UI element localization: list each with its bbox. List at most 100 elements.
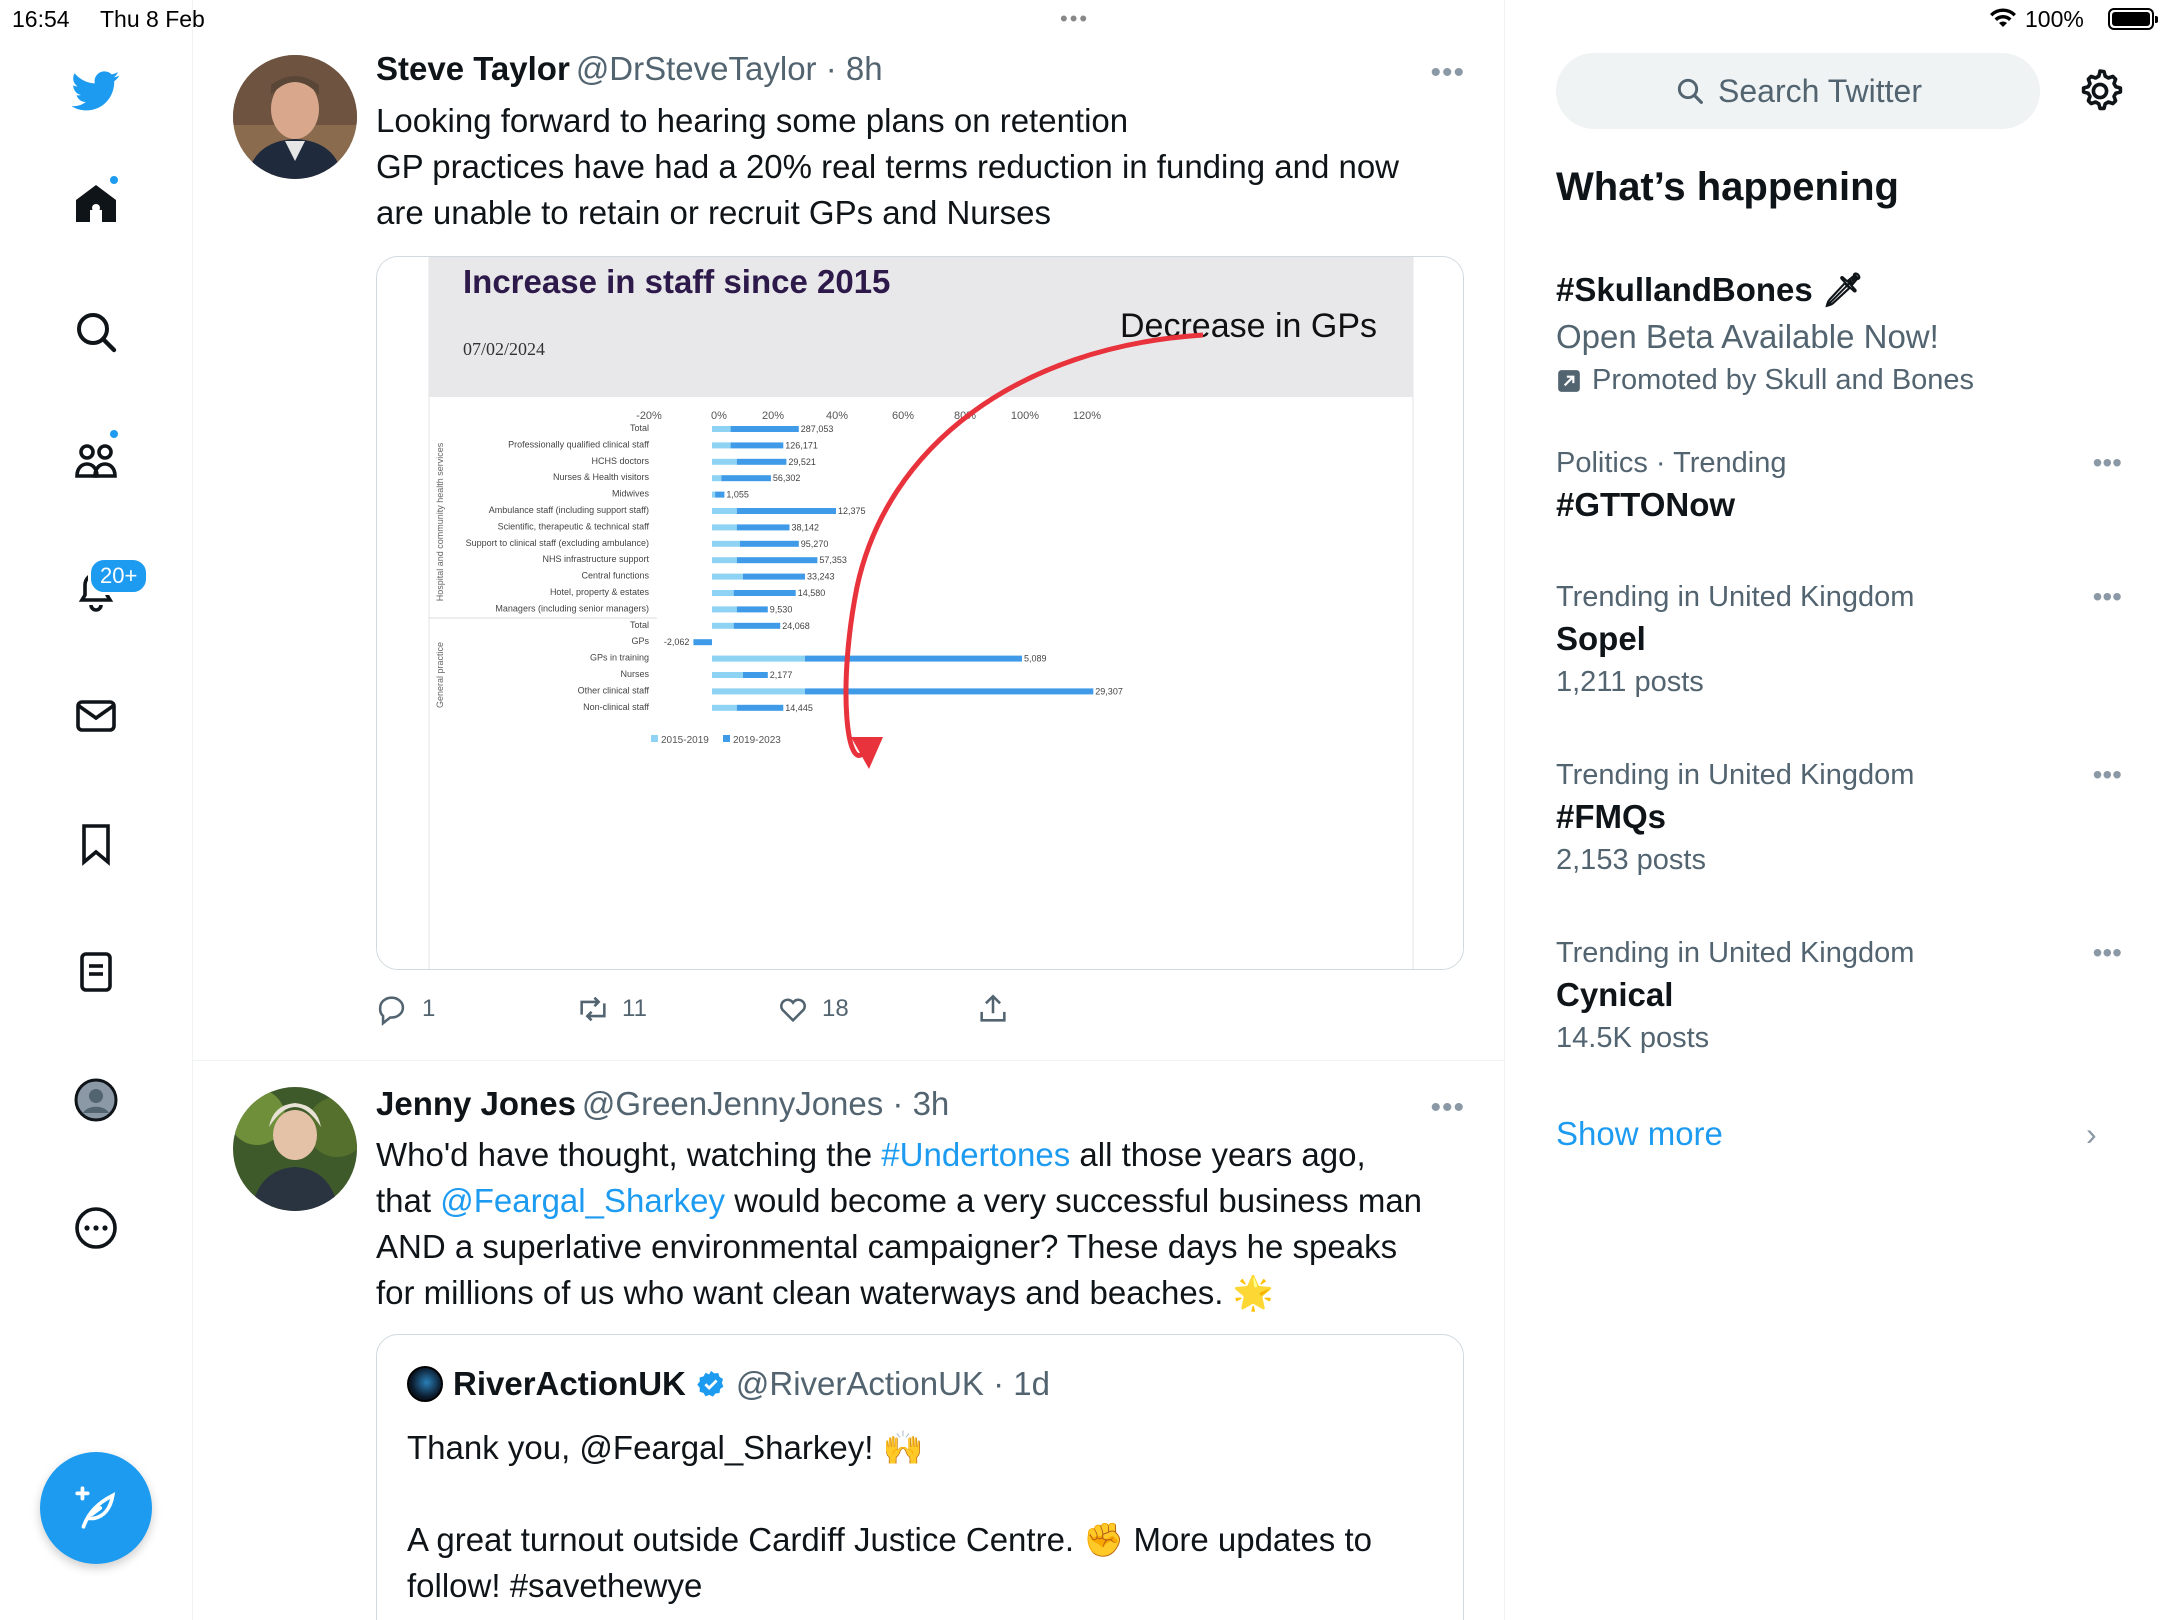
reply-button[interactable]: 1: [376, 992, 435, 1026]
trend-name: Sopel: [1556, 620, 1646, 657]
bar-2015-2019: [712, 704, 737, 711]
data-label: 38,142: [792, 522, 820, 532]
category-label: HCHS doctors: [591, 456, 649, 466]
text-span: would become a very successful business …: [725, 1182, 1423, 1219]
trend-more-button[interactable]: •••: [2093, 581, 2122, 613]
bar-2019-2023: [736, 704, 784, 711]
category-label: Total: [630, 423, 649, 433]
profile-avatar-icon[interactable]: [60, 1064, 132, 1136]
communities-unread-dot: [108, 428, 120, 440]
category-label: Scientific, therapeutic & technical staf…: [498, 521, 650, 531]
trend-item[interactable]: Trending in United Kingdom Sopel 1,211 p…: [1556, 581, 2122, 699]
x-tick-label: 0%: [711, 410, 727, 422]
like-button[interactable]: 18: [776, 992, 849, 1026]
share-button[interactable]: [976, 992, 1010, 1026]
category-label: Midwives: [612, 489, 650, 499]
bar-2015-2019: [712, 590, 734, 596]
tweet-text-line: for millions of us who want clean waterw…: [376, 1274, 1274, 1311]
show-more-link[interactable]: Show more: [1556, 1115, 1723, 1153]
trend-name: #GTTONow: [1556, 486, 1736, 523]
bar-2019-2023: [736, 524, 790, 531]
category-label: Support to clinical staff (excluding amb…: [466, 538, 649, 548]
data-label: 2,177: [770, 670, 793, 680]
quote-tweet[interactable]: RiverActionUK @RiverActionUK · 1d Thank …: [376, 1334, 1464, 1620]
communities-icon[interactable]: [60, 424, 132, 496]
tweet[interactable]: Jenny Jones @GreenJennyJones · 3h ••• Who…: [193, 1061, 1505, 1620]
like-count: 18: [822, 995, 849, 1022]
avatar[interactable]: [233, 1087, 357, 1211]
trend-item[interactable]: Trending in United Kingdom Cynical 14.5K…: [1556, 937, 2122, 1055]
retweet-button[interactable]: 11: [576, 992, 647, 1026]
search-icon[interactable]: [60, 296, 132, 368]
avatar[interactable]: [233, 55, 357, 179]
trend-item[interactable]: Politics · Trending #GTTONow •••: [1556, 447, 2122, 524]
promoted-icon: [1558, 369, 1580, 392]
reply-icon: [378, 996, 405, 1026]
trend-name: #SkullandBones 🗡: [1556, 271, 1864, 308]
lists-icon[interactable]: [60, 936, 132, 1008]
quote-header: RiverActionUK @RiverActionUK · 1d: [407, 1365, 1050, 1403]
bar-2015-2019: [712, 458, 737, 465]
hashtag-link[interactable]: #Undertones: [881, 1136, 1070, 1173]
group-label: Hospital and community health services: [435, 442, 445, 601]
data-label: 1,055: [726, 490, 749, 500]
text-span: that: [376, 1182, 441, 1219]
chevron-right-icon[interactable]: ›: [2086, 1116, 2097, 1153]
tweet-header: Steve Taylor @DrSteveTaylor · 8h: [376, 50, 883, 88]
bar-2015-2019: [712, 557, 737, 564]
chart-date: 07/02/2024: [463, 339, 545, 359]
bar-2015-2019: [712, 540, 740, 547]
more-options-icon[interactable]: [60, 1192, 132, 1264]
bar-2019-2023: [736, 508, 836, 514]
data-label: 29,521: [788, 457, 816, 467]
bar-2019-2023: [733, 622, 781, 629]
bar-2015-2019: [693, 639, 712, 646]
bar-2015-2019: [712, 688, 805, 695]
trend-item[interactable]: Trending in United Kingdom #FMQs 2,153 p…: [1556, 759, 2122, 877]
category-label: Non-clinical staff: [583, 702, 649, 712]
bar-2019-2023: [721, 475, 771, 482]
trend-more-button[interactable]: •••: [2093, 759, 2122, 791]
text-span: all those years ago,: [1070, 1136, 1366, 1173]
search-input[interactable]: Search Twitter: [1556, 53, 2040, 129]
mention-link[interactable]: @Feargal_Sharkey: [440, 1182, 725, 1219]
data-label: 9,530: [770, 604, 793, 614]
trend-name: #FMQs: [1556, 798, 1667, 835]
quote-avatar: [407, 1366, 443, 1402]
promoted-by: Promoted by Skull and Bones: [1592, 364, 1975, 396]
author-handle[interactable]: @DrSteveTaylor · 8h: [576, 50, 883, 87]
data-label: 57,353: [819, 555, 847, 565]
trend-more-button[interactable]: •••: [2093, 447, 2122, 479]
trend-more-button[interactable]: •••: [2093, 937, 2122, 969]
tweet-more-button[interactable]: •••: [1430, 1091, 1465, 1125]
tweet[interactable]: Steve Taylor @DrSteveTaylor · 8h ••• Look…: [193, 0, 1505, 1060]
tweet-image[interactable]: Increase in staff since 2015 07/02/2024 …: [376, 256, 1464, 970]
bookmark-icon[interactable]: [60, 808, 132, 880]
trend-item[interactable]: #SkullandBones 🗡 Open Beta Available Now…: [1556, 265, 2116, 397]
data-label: 5,089: [1024, 654, 1047, 664]
chart-title: Increase in staff since 2015: [463, 263, 890, 300]
twitter-logo-icon[interactable]: [60, 54, 132, 126]
bar-2015-2019: [712, 622, 734, 629]
text-span: Who'd have thought, watching the: [376, 1136, 882, 1173]
category-label: Professionally qualified clinical staff: [508, 439, 649, 449]
compose-tweet-button[interactable]: [40, 1452, 152, 1564]
home-icon[interactable]: [60, 168, 132, 240]
verified-badge-icon: [697, 1370, 724, 1397]
author-name[interactable]: Jenny Jones: [376, 1085, 576, 1122]
quote-text-line: follow! #savethewye: [407, 1567, 703, 1604]
author-handle[interactable]: @GreenJennyJones · 3h: [582, 1085, 949, 1122]
quote-text: Thank you, @Feargal_Sharkey! 🙌 A great t…: [407, 1425, 1437, 1609]
category-label: Hotel, property & estates: [550, 587, 650, 597]
x-tick-label: 40%: [826, 410, 848, 422]
trend-post-count: 2,153 posts: [1556, 844, 1706, 876]
category-label: GPs in training: [590, 653, 649, 663]
tweet-text-line: Looking forward to hearing some plans on…: [376, 102, 1129, 139]
messages-icon[interactable]: [60, 680, 132, 752]
data-label: -2,062: [664, 637, 690, 647]
bar-2015-2019: [712, 573, 743, 580]
settings-gear-icon[interactable]: [2076, 67, 2124, 115]
tweet-more-button[interactable]: •••: [1430, 56, 1465, 90]
bar-2015-2019: [712, 508, 737, 514]
author-name[interactable]: Steve Taylor: [376, 50, 570, 87]
